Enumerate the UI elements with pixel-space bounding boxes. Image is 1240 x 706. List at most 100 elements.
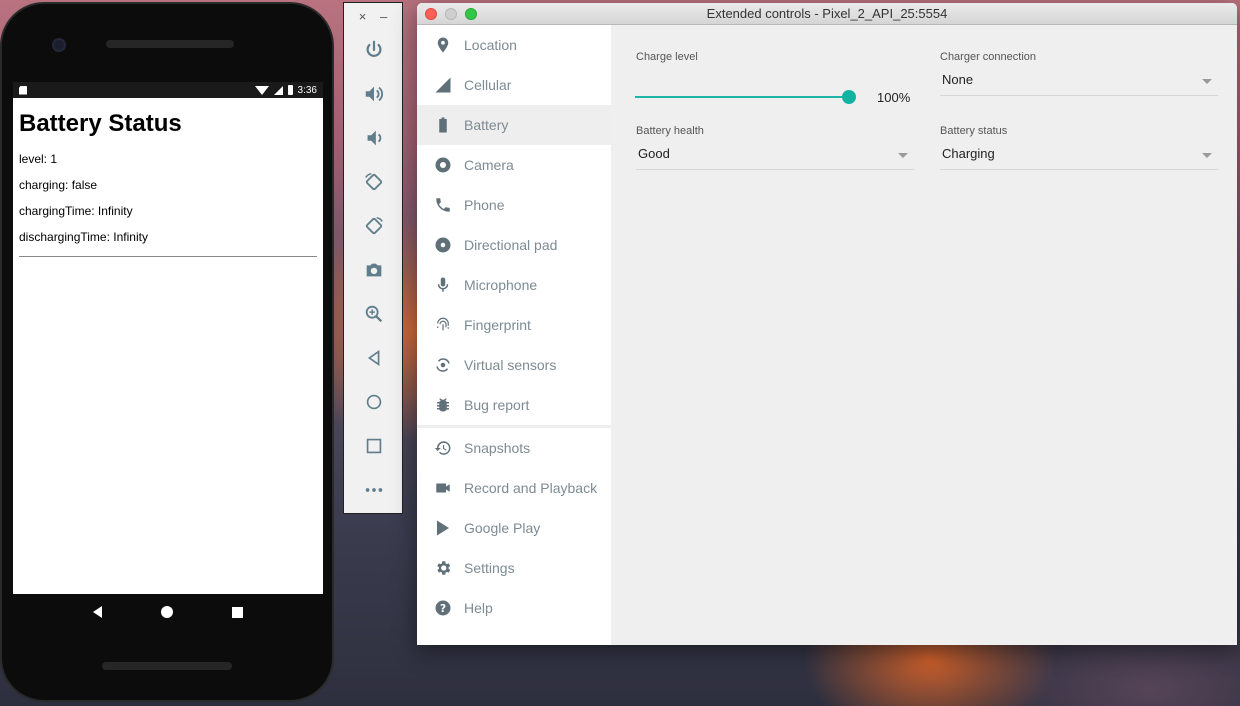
back-button[interactable]	[359, 343, 389, 373]
emulator-toolbar: × –	[343, 2, 403, 514]
sidebar-item-label: Fingerprint	[464, 317, 531, 333]
earpiece-speaker	[106, 40, 234, 48]
sidebar-item-phone[interactable]: Phone	[417, 185, 611, 225]
more-button[interactable]	[359, 475, 389, 505]
battery-status-label: Battery status	[940, 125, 1008, 137]
battery-icon	[439, 117, 447, 133]
volume-up-button[interactable]	[359, 79, 389, 109]
sidebar-item-label: Camera	[464, 157, 514, 173]
toolbar-minimize-button[interactable]: –	[380, 9, 387, 25]
nav-recent-icon[interactable]	[232, 606, 244, 618]
extended-controls-window: Extended controls - Pixel_2_API_25:5554 …	[417, 3, 1237, 645]
charge-level-label: Charge level	[636, 51, 698, 63]
rotate-right-button[interactable]	[359, 211, 389, 241]
sidebar-item-label: Settings	[464, 560, 515, 576]
camera-icon	[366, 263, 382, 277]
window-titlebar: Extended controls - Pixel_2_API_25:5554	[417, 3, 1237, 25]
chevron-down-icon	[1202, 153, 1212, 158]
sidebar-item-google-play[interactable]: Google Play	[417, 508, 611, 548]
volume-down-icon	[367, 130, 382, 146]
fingerprint-icon	[437, 317, 449, 331]
home-icon	[366, 394, 382, 410]
phone-icon	[436, 198, 450, 212]
video-icon	[436, 483, 450, 493]
signal-icon	[273, 85, 283, 95]
toolbar-close-button[interactable]: ×	[359, 9, 367, 25]
volume-down-button[interactable]	[359, 123, 389, 153]
overview-icon	[366, 438, 382, 454]
sidebar-item-camera[interactable]: Camera	[417, 145, 611, 185]
charge-level-slider-track[interactable]	[635, 96, 849, 98]
sidebar-item-bug-report[interactable]: Bug report	[417, 385, 611, 425]
sidebar-item-label: Help	[464, 600, 493, 616]
sidebar-item-label: Bug report	[464, 397, 530, 413]
window-minimize-button[interactable]	[445, 8, 457, 20]
zoom-icon	[365, 305, 383, 323]
sidebar-item-help[interactable]: ? Help	[417, 588, 611, 628]
sidebar-item-label: Cellular	[464, 77, 512, 93]
charge-level-value: 100%	[877, 90, 911, 105]
nav-back-icon[interactable]	[92, 606, 102, 618]
volume-up-icon	[365, 86, 383, 102]
nav-home-icon[interactable]	[160, 606, 173, 618]
charger-connection-select[interactable]: None	[940, 68, 1218, 96]
bottom-speaker	[102, 662, 232, 670]
play-icon	[437, 520, 449, 536]
zoom-button[interactable]	[359, 299, 389, 329]
sidebar-item-label: Phone	[464, 197, 505, 213]
battery-status-value: Charging	[942, 146, 995, 161]
sidebar-item-microphone[interactable]: Microphone	[417, 265, 611, 305]
cellular-icon	[435, 77, 451, 93]
status-bar: 3:36	[13, 82, 323, 98]
sidebar-item-settings[interactable]: Settings	[417, 548, 611, 588]
charger-connection-value: None	[942, 72, 974, 87]
help-icon: ?	[435, 600, 451, 616]
sidebar-item-label: Battery	[464, 117, 509, 133]
sidebar-item-label: Directional pad	[464, 237, 558, 253]
microphone-icon	[437, 277, 449, 292]
battery-health-select[interactable]: Good	[636, 142, 914, 170]
charge-level-slider-thumb[interactable]	[842, 90, 856, 104]
location-icon	[437, 37, 449, 53]
sensors-icon	[436, 358, 450, 372]
battery-health-value: Good	[638, 146, 670, 161]
sidebar-item-label: Location	[464, 37, 517, 53]
front-camera	[52, 38, 66, 52]
screenshot-button[interactable]	[359, 255, 389, 285]
sidebar-item-cellular[interactable]: Cellular	[417, 65, 611, 105]
camera-aperture-icon	[435, 157, 451, 173]
battery-status-icon	[287, 85, 293, 95]
rotate-right-icon	[365, 217, 383, 235]
window-close-button[interactable]	[425, 8, 437, 20]
power-button[interactable]	[359, 35, 389, 65]
battery-status-select[interactable]: Charging	[940, 142, 1218, 170]
window-maximize-button[interactable]	[465, 8, 477, 20]
sidebar-item-record-playback[interactable]: Record and Playback	[417, 468, 611, 508]
sidebar-item-virtual-sensors[interactable]: Virtual sensors	[417, 345, 611, 385]
wifi-icon	[254, 85, 269, 95]
sidebar-item-label: Record and Playback	[464, 480, 598, 496]
app-content: Battery Status level: 1 charging: false …	[13, 98, 323, 257]
more-icon	[365, 488, 383, 492]
status-time: 3:36	[297, 84, 317, 96]
sidebar-item-label: Google Play	[464, 520, 541, 536]
window-title: Extended controls - Pixel_2_API_25:5554	[706, 6, 948, 21]
dpad-icon	[435, 237, 451, 253]
home-button[interactable]	[359, 387, 389, 417]
rotate-left-button[interactable]	[359, 167, 389, 197]
phone-screen[interactable]: 3:36 Battery Status level: 1 charging: f…	[13, 82, 323, 594]
back-icon	[367, 349, 380, 367]
sidebar-item-directional-pad[interactable]: Directional pad	[417, 225, 611, 265]
charging-line: charging: false	[19, 178, 98, 192]
charger-connection-label: Charger connection	[940, 51, 1037, 63]
overview-button[interactable]	[359, 431, 389, 461]
sidebar-item-label: Snapshots	[464, 440, 531, 456]
sidebar-item-location[interactable]: Location	[417, 25, 611, 65]
sidebar-item-battery[interactable]: Battery	[417, 105, 611, 145]
sd-card-icon	[19, 85, 27, 95]
sidebar-item-snapshots[interactable]: Snapshots	[417, 428, 611, 468]
charging-time-line: chargingTime: Infinity	[19, 204, 133, 218]
battery-panel: Charge level 100% Charger connection Non…	[611, 25, 1237, 645]
sidebar-item-fingerprint[interactable]: Fingerprint	[417, 305, 611, 345]
svg-text:?: ?	[440, 603, 446, 615]
